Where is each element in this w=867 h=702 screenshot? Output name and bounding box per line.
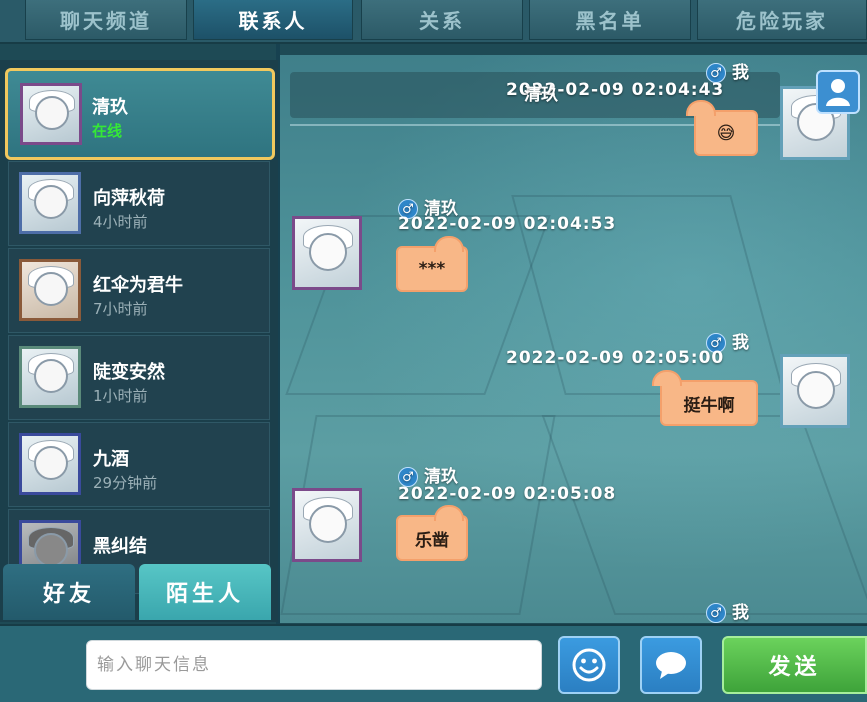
- message-text: 挺牛啊: [683, 395, 735, 416]
- laughing-emoji-icon: 😅: [716, 122, 736, 144]
- message-text: ***: [418, 259, 446, 279]
- user-profile-button[interactable]: [816, 70, 860, 114]
- avatar: [19, 433, 81, 495]
- tab-strangers[interactable]: 陌生人: [139, 564, 271, 620]
- tab-label: 聊天频道: [60, 9, 152, 33]
- contact-item[interactable]: 陡变安然 1小时前: [8, 335, 270, 420]
- contact-name: 向萍秋荷: [93, 188, 165, 209]
- contact-status: 29分钟前: [93, 474, 158, 492]
- tab-label: 关系: [419, 9, 465, 33]
- user-profile-icon: [826, 79, 850, 106]
- avatar: [19, 172, 81, 234]
- contact-item[interactable]: 向萍秋荷 4小时前: [8, 161, 270, 246]
- contact-name: 红伞为君牛: [93, 275, 183, 296]
- tab-dangerous-players[interactable]: 危险玩家: [697, 0, 867, 40]
- contact-name-overlay: 清玖: [524, 85, 558, 105]
- contact-avatar[interactable]: [292, 488, 362, 562]
- chat-bubble[interactable]: 挺牛啊: [652, 370, 758, 426]
- male-gender-icon: ♂: [706, 603, 726, 623]
- sender-name: 我: [732, 63, 749, 83]
- avatar: [19, 259, 81, 321]
- tab-blacklist[interactable]: 黑名单: [529, 0, 691, 40]
- smiley-icon: [572, 648, 606, 682]
- sender-name: 我: [732, 603, 749, 623]
- tab-relations[interactable]: 关系: [361, 0, 523, 40]
- message-sender: ♂ 我: [706, 598, 749, 623]
- contact-item[interactable]: 清玖 在线: [5, 68, 275, 160]
- chat-bubble[interactable]: 乐凿: [396, 505, 468, 561]
- contact-status: 1小时前: [93, 387, 148, 405]
- contact-avatar[interactable]: [292, 216, 362, 290]
- send-button[interactable]: 发送: [722, 636, 867, 694]
- my-avatar[interactable]: [780, 354, 850, 428]
- contact-status: 在线: [92, 122, 123, 140]
- friend-stranger-tabs: 好友 陌生人: [0, 562, 278, 620]
- emoji-button[interactable]: [558, 636, 620, 694]
- contact-item[interactable]: 九酒 29分钟前: [8, 422, 270, 507]
- tab-friends[interactable]: 好友: [3, 564, 135, 620]
- tab-label: 联系人: [238, 9, 308, 33]
- avatar: [20, 83, 82, 145]
- message-timestamp: 2022-02-09 02:05:00: [506, 348, 725, 368]
- contact-name: 九酒: [93, 449, 129, 470]
- chat-message-input[interactable]: [86, 640, 542, 690]
- tab-label: 陌生人: [165, 582, 244, 607]
- chat-bubble[interactable]: 😅: [686, 100, 758, 156]
- chat-background-scene: [278, 55, 867, 623]
- tab-chat-channel[interactable]: 聊天频道: [25, 0, 187, 40]
- send-label: 发送: [768, 655, 821, 680]
- avatar: [19, 346, 81, 408]
- chat-bubble[interactable]: ***: [396, 236, 468, 292]
- tab-label: 好友: [42, 582, 95, 607]
- contact-name: 黑纠结: [93, 536, 147, 557]
- message-text: 乐凿: [415, 530, 449, 551]
- tab-label: 危险玩家: [736, 9, 828, 33]
- contact-name: 陡变安然: [93, 362, 165, 383]
- message-timestamp: 2022-02-09 02:05:08: [398, 484, 617, 504]
- contact-name: 清玖: [92, 97, 128, 118]
- speech-bubble-icon: [656, 652, 686, 679]
- contacts-panel: 清玖 在线 向萍秋荷 4小时前 红伞为君牛 7小时前 陡变安然 1小时前 九酒 …: [0, 60, 278, 622]
- contact-status: 7小时前: [93, 300, 148, 318]
- tab-label: 黑名单: [575, 9, 645, 33]
- message-timestamp: 2022-02-09 02:04:53: [398, 214, 617, 234]
- contact-status: 4小时前: [93, 213, 148, 231]
- sender-name: 我: [732, 333, 749, 353]
- speech-bubble-button[interactable]: [640, 636, 702, 694]
- top-tab-bar: 聊天频道 联系人 关系 黑名单 危险玩家: [0, 0, 867, 44]
- tab-contacts[interactable]: 联系人: [193, 0, 353, 40]
- contact-item[interactable]: 红伞为君牛 7小时前: [8, 248, 270, 333]
